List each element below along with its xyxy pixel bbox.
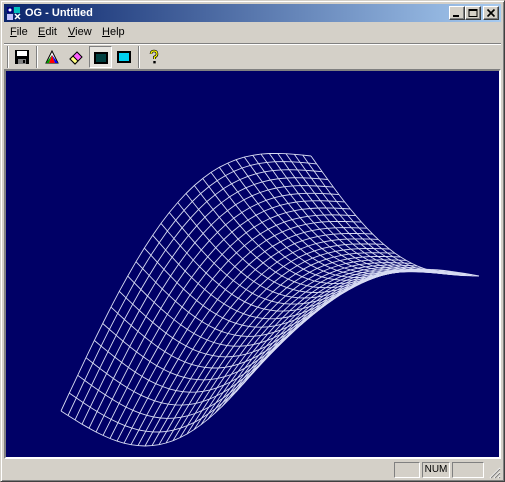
wireframe-surface[interactable] — [6, 71, 499, 457]
help-question-icon — [149, 49, 159, 64]
close-icon — [486, 8, 496, 18]
mesh-line-u — [218, 167, 403, 278]
menu-file[interactable]: File — [10, 26, 28, 39]
maximize-button[interactable] — [465, 6, 481, 20]
mesh-line-v — [123, 220, 362, 444]
mesh-line-v — [270, 268, 480, 352]
close-button[interactable] — [483, 6, 499, 20]
menu-file-accel: F — [10, 26, 17, 38]
color-prism-icon — [45, 49, 59, 64]
toolbar-separator — [138, 46, 140, 68]
mesh-line-v — [193, 264, 418, 430]
cyan-screen-icon — [117, 51, 131, 63]
mesh-line-v — [74, 169, 323, 421]
mesh-line-v — [81, 177, 328, 425]
mesh-line-v — [214, 269, 435, 414]
menu-view-label: iew — [75, 26, 92, 38]
status-pane-num: NUM — [422, 462, 450, 478]
status-bar: NUM — [4, 460, 501, 479]
mesh-line-v — [88, 185, 334, 429]
resize-grip-icon[interactable] — [488, 466, 501, 479]
toolbar-separator — [36, 46, 38, 68]
app-icon — [7, 7, 21, 20]
mesh-line-u — [227, 162, 410, 276]
menu-bar: File Edit View Help — [4, 23, 501, 42]
mesh-line-v — [172, 256, 401, 441]
mesh-line-v — [67, 161, 317, 416]
maximize-icon — [468, 9, 478, 17]
eraser-icon — [69, 51, 83, 65]
mesh-line-v — [256, 270, 468, 369]
menu-file-label: ile — [16, 26, 28, 38]
minimize-button[interactable] — [449, 6, 465, 20]
minimize-icon — [453, 15, 459, 17]
floppy-disk-icon — [15, 50, 29, 64]
toolbar — [4, 43, 501, 70]
window-title: OG - Untitled — [25, 7, 93, 19]
menu-edit-label: dit — [45, 26, 57, 38]
mesh-line-u — [252, 155, 431, 273]
mesh-line-u — [277, 153, 452, 273]
menu-view[interactable]: View — [68, 26, 92, 39]
menu-help[interactable]: Help — [102, 26, 125, 39]
status-pane-scroll — [452, 462, 484, 478]
mesh-line-u — [285, 153, 459, 274]
dark-screen-icon — [94, 52, 108, 64]
solid-mode-button[interactable] — [113, 46, 136, 68]
mesh-line-v — [207, 268, 429, 420]
app-window: OG - Untitled File Edit View Help NUM — [0, 0, 505, 482]
mesh-line-u — [94, 326, 300, 393]
menu-edit[interactable]: Edit — [38, 26, 57, 39]
menu-help-label: elp — [109, 26, 125, 38]
menu-help-accel: H — [102, 26, 110, 38]
save-button[interactable] — [11, 46, 34, 68]
toolbar-grip — [7, 46, 9, 68]
title-bar[interactable]: OG - Untitled — [4, 4, 501, 22]
mesh-line-u — [110, 306, 313, 369]
help-button[interactable] — [143, 46, 166, 68]
color-button[interactable] — [41, 46, 64, 68]
render-viewport[interactable] — [4, 69, 501, 459]
status-pane-caps — [394, 462, 420, 478]
wireframe-mode-button[interactable] — [89, 46, 112, 68]
eraser-button[interactable] — [65, 46, 88, 68]
